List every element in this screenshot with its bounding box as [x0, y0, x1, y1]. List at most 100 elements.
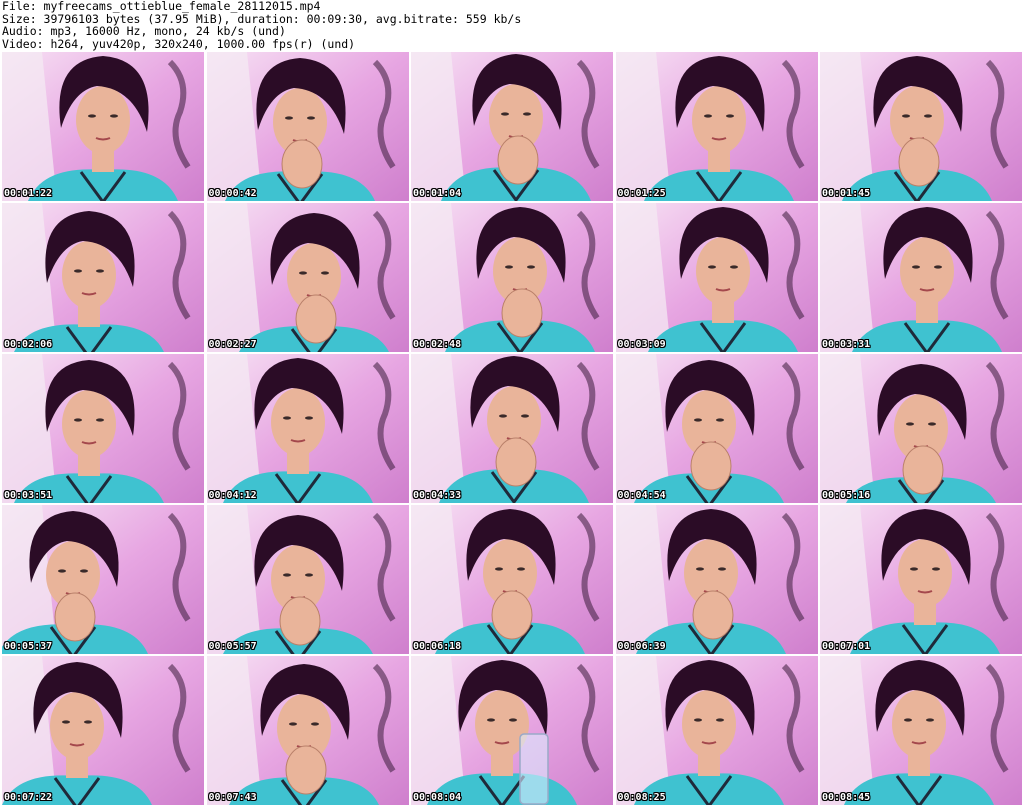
- frame-image: [206, 656, 409, 805]
- video-frame-thumbnail: 00:02:48: [411, 203, 613, 352]
- audio-info-line: Audio: mp3, 16000 Hz, mono, 24 kb/s (und…: [2, 24, 286, 38]
- eye-left: [501, 112, 509, 116]
- eye-left: [88, 114, 96, 118]
- frame-image: [206, 505, 409, 654]
- eye-left: [707, 265, 716, 269]
- frame-timestamp: 00:08:04: [413, 792, 462, 803]
- eye-left: [282, 416, 291, 420]
- frame-timestamp: 00:06:18: [413, 641, 462, 652]
- video-frame-thumbnail: 00:01:25: [615, 52, 818, 201]
- video-info-line: Video: h264, yuv420p, 320x240, 1000.00 f…: [2, 36, 356, 51]
- frame-image: [615, 505, 818, 654]
- frame-timestamp: 00:04:12: [208, 490, 257, 501]
- video-frame-thumbnail: 00:01:45: [820, 52, 1022, 201]
- frame-timestamp: 00:08:25: [617, 792, 666, 803]
- frame-image: [206, 52, 409, 201]
- frame-timestamp: 00:03:09: [617, 339, 666, 350]
- face-shape: [62, 390, 116, 458]
- eye-right: [521, 414, 529, 418]
- face-shape: [892, 690, 946, 758]
- frame-timestamp: 00:02:27: [208, 339, 257, 350]
- video-frame-thumbnail: 00:03:31: [820, 203, 1022, 352]
- video-frame-thumbnail: 00:02:06: [2, 203, 204, 352]
- frame-image: [820, 656, 1022, 805]
- frame-image: [2, 505, 204, 654]
- eye-right: [527, 265, 535, 269]
- eye-right: [715, 418, 724, 422]
- face-shape: [681, 690, 736, 758]
- video-frame-thumbnail: 00:01:22: [2, 52, 204, 201]
- frame-timestamp: 00:01:22: [4, 188, 53, 199]
- video-frame-thumbnail: 00:03:09: [615, 203, 818, 352]
- frame-image: [820, 203, 1022, 352]
- hand-shape: [295, 294, 336, 344]
- eye-right: [96, 418, 104, 422]
- eye-right: [84, 720, 92, 724]
- video-frame-thumbnail: 00:07:22: [2, 656, 204, 805]
- frame-image: [615, 203, 818, 352]
- frame-timestamp: 00:02:06: [4, 339, 53, 350]
- frame-image: [411, 505, 613, 654]
- hand-shape: [281, 139, 322, 189]
- video-frame-thumbnail: 00:07:01: [820, 505, 1022, 654]
- video-frame-thumbnail: 00:07:43: [206, 656, 409, 805]
- frame-image: [820, 52, 1022, 201]
- eye-left: [906, 422, 914, 426]
- frame-image: [2, 203, 204, 352]
- video-frame-thumbnail: 00:04:33: [411, 354, 613, 503]
- frame-image: [615, 354, 818, 503]
- video-frame-thumbnail: 00:04:54: [615, 354, 818, 503]
- frame-image: [2, 354, 204, 503]
- hand-shape: [285, 745, 326, 795]
- eye-right: [717, 567, 726, 571]
- eye-right: [729, 265, 738, 269]
- video-frame-thumbnail: 00:05:16: [820, 354, 1022, 503]
- eye-right: [928, 422, 936, 426]
- eye-left: [487, 718, 495, 722]
- frame-image: [615, 52, 818, 201]
- face-shape: [691, 86, 746, 154]
- eye-left: [902, 114, 910, 118]
- video-frame-thumbnail: 00:08:25: [615, 656, 818, 805]
- eye-left: [284, 116, 293, 120]
- face-shape: [62, 241, 116, 309]
- eye-right: [523, 112, 531, 116]
- hand-shape: [491, 590, 533, 640]
- eye-right: [110, 114, 118, 118]
- glass-shape: [519, 733, 549, 805]
- eye-right: [80, 569, 88, 573]
- hand-shape: [902, 445, 944, 495]
- eye-left: [62, 720, 70, 724]
- eye-left: [505, 265, 513, 269]
- frame-timestamp: 00:05:37: [4, 641, 53, 652]
- eye-right: [924, 114, 932, 118]
- video-frame-thumbnail: 00:06:18: [411, 505, 613, 654]
- hand-shape: [495, 437, 537, 487]
- eye-right: [304, 416, 313, 420]
- frame-timestamp: 00:06:39: [617, 641, 666, 652]
- eye-right: [320, 271, 329, 275]
- frame-timestamp: 00:07:01: [822, 641, 871, 652]
- face-shape: [270, 388, 325, 456]
- frame-timestamp: 00:04:54: [617, 490, 666, 501]
- frame-image: [820, 505, 1022, 654]
- video-frame-thumbnail: 00:08:45: [820, 656, 1022, 805]
- eye-right: [306, 116, 315, 120]
- video-frame-thumbnail: 00:02:27: [206, 203, 409, 352]
- frame-timestamp: 00:08:45: [822, 792, 871, 803]
- hand-shape: [690, 441, 731, 491]
- frame-image: [411, 354, 613, 503]
- frame-timestamp: 00:00:42: [208, 188, 257, 199]
- eye-right: [96, 269, 104, 273]
- eye-left: [912, 265, 920, 269]
- frame-image: [411, 656, 613, 805]
- frame-image: [206, 354, 409, 503]
- frame-timestamp: 00:05:57: [208, 641, 257, 652]
- eye-left: [298, 271, 307, 275]
- frame-timestamp: 00:01:25: [617, 188, 666, 199]
- face-shape: [695, 237, 750, 305]
- hand-shape: [54, 592, 96, 642]
- eye-right: [715, 718, 724, 722]
- frame-image: [411, 52, 613, 201]
- face-shape: [898, 539, 952, 607]
